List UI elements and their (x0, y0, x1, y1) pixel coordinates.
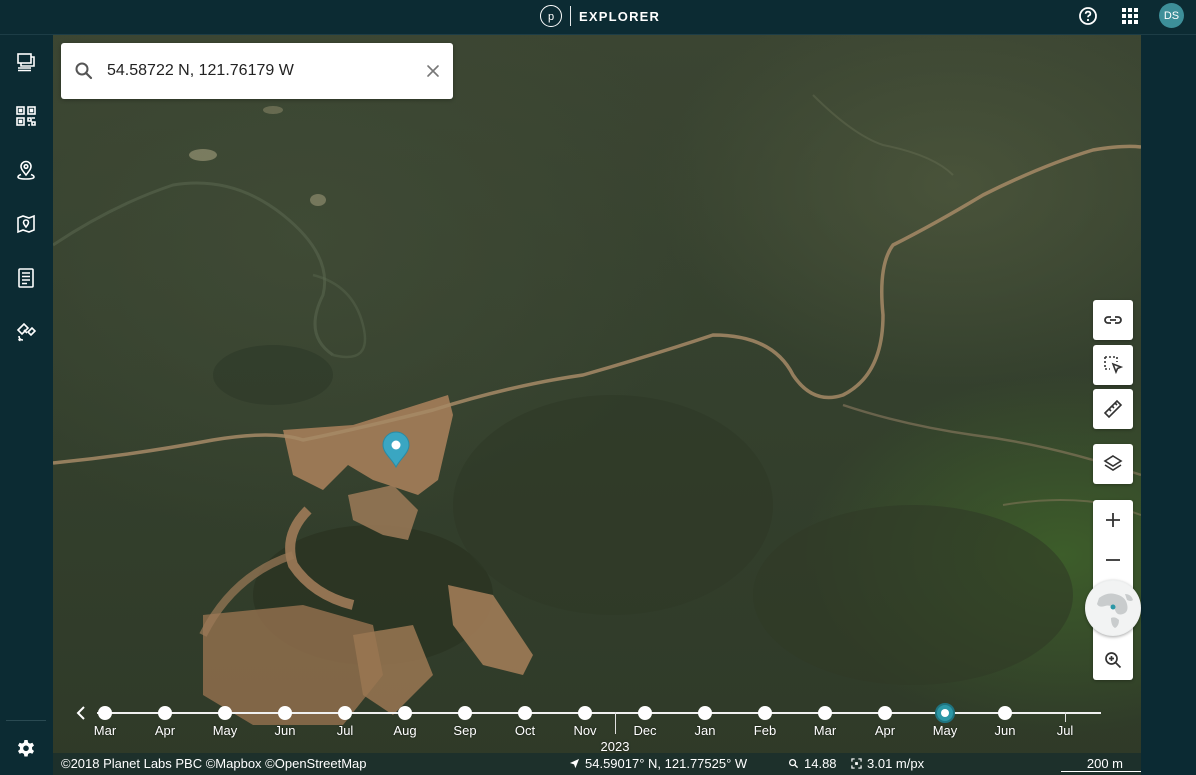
link-icon (1104, 316, 1122, 324)
timeline-dot[interactable] (278, 706, 292, 720)
search-input[interactable] (107, 57, 407, 85)
left-sidebar (0, 35, 53, 775)
timeline-dot[interactable] (518, 706, 532, 720)
resolution: 3.01 m/px (851, 756, 924, 771)
brand[interactable]: p EXPLORER (540, 5, 660, 27)
ruler-icon (1103, 399, 1123, 419)
search-icon (75, 62, 93, 80)
timeline-dot[interactable] (758, 706, 772, 720)
globe-icon (1086, 581, 1140, 635)
globe-minimap[interactable] (1085, 580, 1141, 636)
timeline-month-label: Jun (274, 723, 296, 738)
planet-logo-icon: p (540, 5, 562, 27)
zoom-level-text: 14.88 (804, 756, 837, 771)
layers-stack-icon (17, 53, 35, 72)
zoom-out-button[interactable] (1093, 540, 1133, 580)
layers-icon (1103, 455, 1123, 471)
timeline-dot[interactable] (218, 706, 232, 720)
plus-icon (1106, 513, 1120, 527)
timeline-dot[interactable] (398, 706, 412, 720)
app-title: EXPLORER (579, 8, 661, 24)
measure-button[interactable] (1093, 389, 1133, 429)
zoom-magnifier-icon (1105, 652, 1122, 669)
sidebar-item-imagery[interactable] (13, 49, 39, 75)
status-bar: ©2018 Planet Labs PBC ©Mapbox ©OpenStree… (53, 753, 1141, 775)
timeline-dot[interactable] (818, 706, 832, 720)
timeline-month-label: May (932, 723, 958, 738)
settings-button[interactable] (13, 736, 39, 762)
timeline-month-label: Apr (874, 723, 896, 738)
timeline-month-label: Mar (813, 723, 837, 738)
resolution-text: 3.01 m/px (867, 756, 925, 771)
timeline-dot[interactable] (98, 706, 112, 720)
sidebar-divider (6, 720, 46, 721)
clear-search-icon[interactable] (423, 61, 443, 81)
cursor-coordinates: 54.59017° N, 121.77525° W (569, 756, 747, 771)
zoom-in-button[interactable] (1093, 500, 1133, 540)
map-canvas[interactable] (53, 35, 1141, 775)
gear-icon (18, 740, 34, 757)
apps-grid-icon (1122, 8, 1138, 24)
timeline-month-label: Jun (994, 723, 1016, 738)
timeline-month-label: Feb (753, 723, 777, 738)
brand-divider (570, 6, 571, 26)
timeline-month-label: Apr (154, 723, 176, 738)
timeline-year-label: 2023 (600, 739, 630, 754)
help-icon (1079, 7, 1097, 25)
user-avatar[interactable]: DS (1159, 3, 1184, 28)
svg-text:p: p (548, 11, 554, 23)
timeline-month-label: Aug (393, 723, 417, 738)
map-attribution[interactable]: ©2018 Planet Labs PBC ©Mapbox ©OpenStree… (61, 756, 367, 771)
timeline-month-label: Oct (514, 723, 536, 738)
timeline-dot[interactable] (878, 706, 892, 720)
timeline-dot[interactable] (338, 706, 352, 720)
sidebar-item-tasking[interactable] (13, 319, 39, 345)
timeline-dot[interactable] (698, 706, 712, 720)
layers-button[interactable] (1093, 444, 1133, 484)
chevron-left-icon[interactable] (73, 703, 89, 723)
zoom-level: 14.88 (788, 756, 837, 771)
timeline-month-label: Nov (573, 723, 597, 738)
document-list-icon (18, 268, 34, 288)
grid-mosaic-icon (16, 106, 36, 126)
timeline-month-label: Dec (633, 723, 657, 738)
timeline-dot[interactable] (158, 706, 172, 720)
satellite-tasking-icon (16, 322, 37, 342)
timeline-end-tick (1065, 712, 1066, 722)
location-pin-icon (17, 160, 35, 180)
cursor-coordinates-text: 54.59017° N, 121.77525° W (585, 756, 748, 771)
timeline-dot[interactable] (578, 706, 592, 720)
search-bar[interactable] (61, 43, 453, 99)
timeline-month-label: Jan (694, 723, 716, 738)
cursor-arrow-icon (569, 758, 580, 769)
scale-bar: 200 m (1061, 756, 1141, 772)
apps-button[interactable] (1121, 7, 1139, 25)
timeline-month-label: May (212, 723, 238, 738)
resolution-icon (851, 758, 862, 769)
sidebar-item-mosaics[interactable] (13, 103, 39, 129)
zoom-to-button[interactable] (1093, 640, 1133, 680)
select-area-button[interactable] (1093, 345, 1133, 385)
top-bar: p EXPLORER DS (0, 0, 1196, 35)
share-link-button[interactable] (1093, 300, 1133, 340)
timeline-month-label: Jul (1056, 723, 1074, 738)
sidebar-item-orders[interactable] (13, 265, 39, 291)
sidebar-item-places[interactable] (13, 157, 39, 183)
timeline-month-label: Jul (336, 723, 354, 738)
timeline-dot[interactable] (458, 706, 472, 720)
timeline-dot[interactable] (935, 703, 955, 723)
year-divider (615, 712, 616, 734)
help-button[interactable] (1078, 6, 1098, 26)
timeline-dot[interactable] (638, 706, 652, 720)
map-pin-icon (17, 214, 35, 234)
minus-icon (1106, 559, 1120, 561)
satellite-imagery (53, 94, 1141, 725)
zoom-level-icon (789, 759, 799, 769)
select-area-icon (1104, 356, 1124, 375)
timeline-month-label: Mar (93, 723, 117, 738)
sidebar-item-monitoring[interactable] (13, 211, 39, 237)
timeline-month-label: Sep (453, 723, 477, 738)
imagery-timeline: Mar Apr May Jun Jul Aug Sep Oct Nov Dec Jan Feb Mar A… (53, 695, 1141, 754)
timeline-dot[interactable] (998, 706, 1012, 720)
